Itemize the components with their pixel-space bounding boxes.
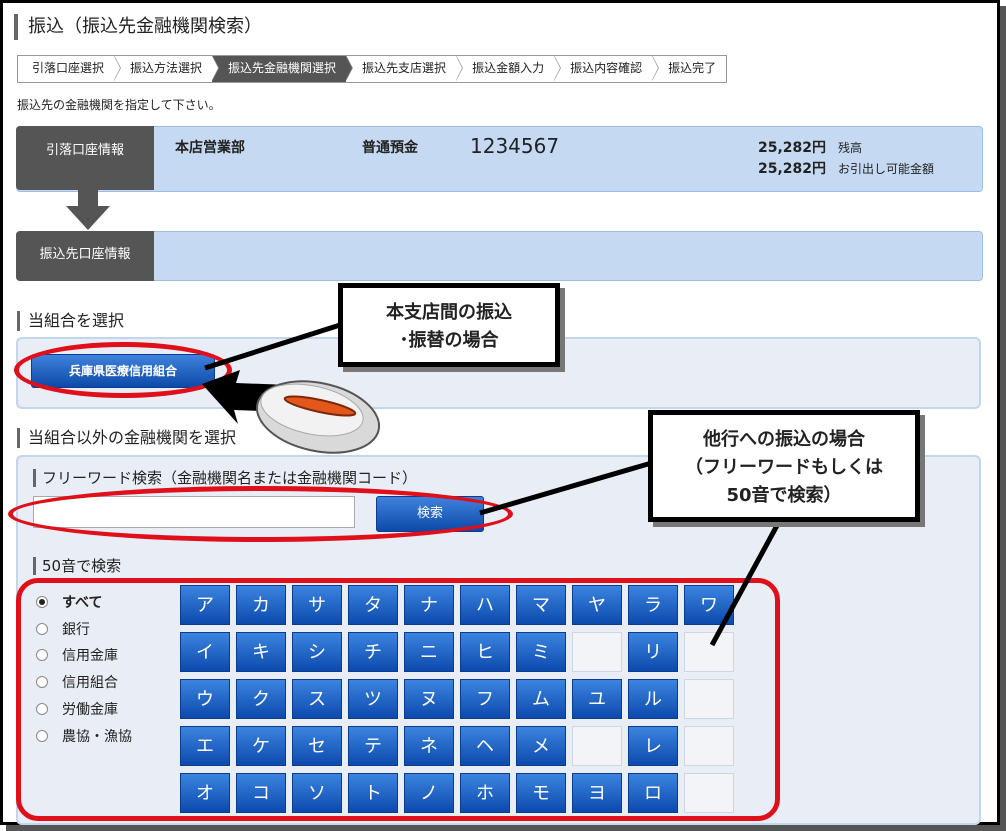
step-item: 振込内容確認 [554,55,660,82]
callout-other-line3: 50音で検索） [726,485,842,506]
account-branch: 本店営業部 [175,140,245,156]
step-item: 振込先金融機関選択 [212,55,354,82]
annotation-oval-freeword [8,486,513,542]
callout-own-line1: 本支店間の振込 [386,302,512,323]
freeword-heading: フリーワード検索（金融機関名または金融機関コード） [33,469,417,487]
callout-own-union: 本支店間の振込 ･振替の場合 [338,283,560,367]
frame-shadow-bottom [6,825,1006,831]
own-union-heading: 当組合を選択 [17,311,124,331]
callout-other-line1: 他行への振込の場合 [703,429,865,450]
frame-shadow-right [1000,6,1006,831]
destination-info-panel [16,231,983,281]
balance-amount: 25,282円 [757,140,826,156]
down-arrow-icon-head [66,206,110,230]
step-item: 振込方法選択 [114,55,220,82]
down-arrow-icon [78,190,98,206]
available-label: お引出し可能金額 [838,162,935,176]
account-number: 1234567 [470,134,560,158]
annotation-oval-own-union [14,342,232,398]
account-info-label: 引落口座情報 [16,126,154,190]
available-amount: 25,282円 [757,161,826,177]
step-item: 振込先支店選択 [346,55,464,82]
other-institutions-heading: 当組合以外の金融機関を選択 [17,428,236,448]
instruction-text: 振込先の金融機関を指定して下さい。 [17,98,221,112]
page-title: 振込（振込先金融機関検索） [14,14,262,40]
step-item: 振込金額入力 [456,55,562,82]
balance-label: 残高 [838,141,863,155]
callout-other-line2: （フリーワードもしくは [685,457,883,478]
account-type: 普通預金 [362,140,418,156]
step-item: 引落口座選択 [18,55,122,82]
callout-other-bank: 他行への振込の場合 （フリーワードもしくは 50音で検索） [648,410,920,522]
kana-search-heading: 50音で検索 [33,557,121,575]
annotation-rect-kana [16,578,780,821]
callout-own-line2: ･振替の場合 [399,330,499,351]
destination-info-label: 振込先口座情報 [16,231,154,281]
step-progress: 引落口座選択 振込方法選択 振込先金融機関選択 振込先支店選択 振込金額入力 振込内容確認… [17,55,728,83]
step-item: 振込完了 [652,56,727,82]
